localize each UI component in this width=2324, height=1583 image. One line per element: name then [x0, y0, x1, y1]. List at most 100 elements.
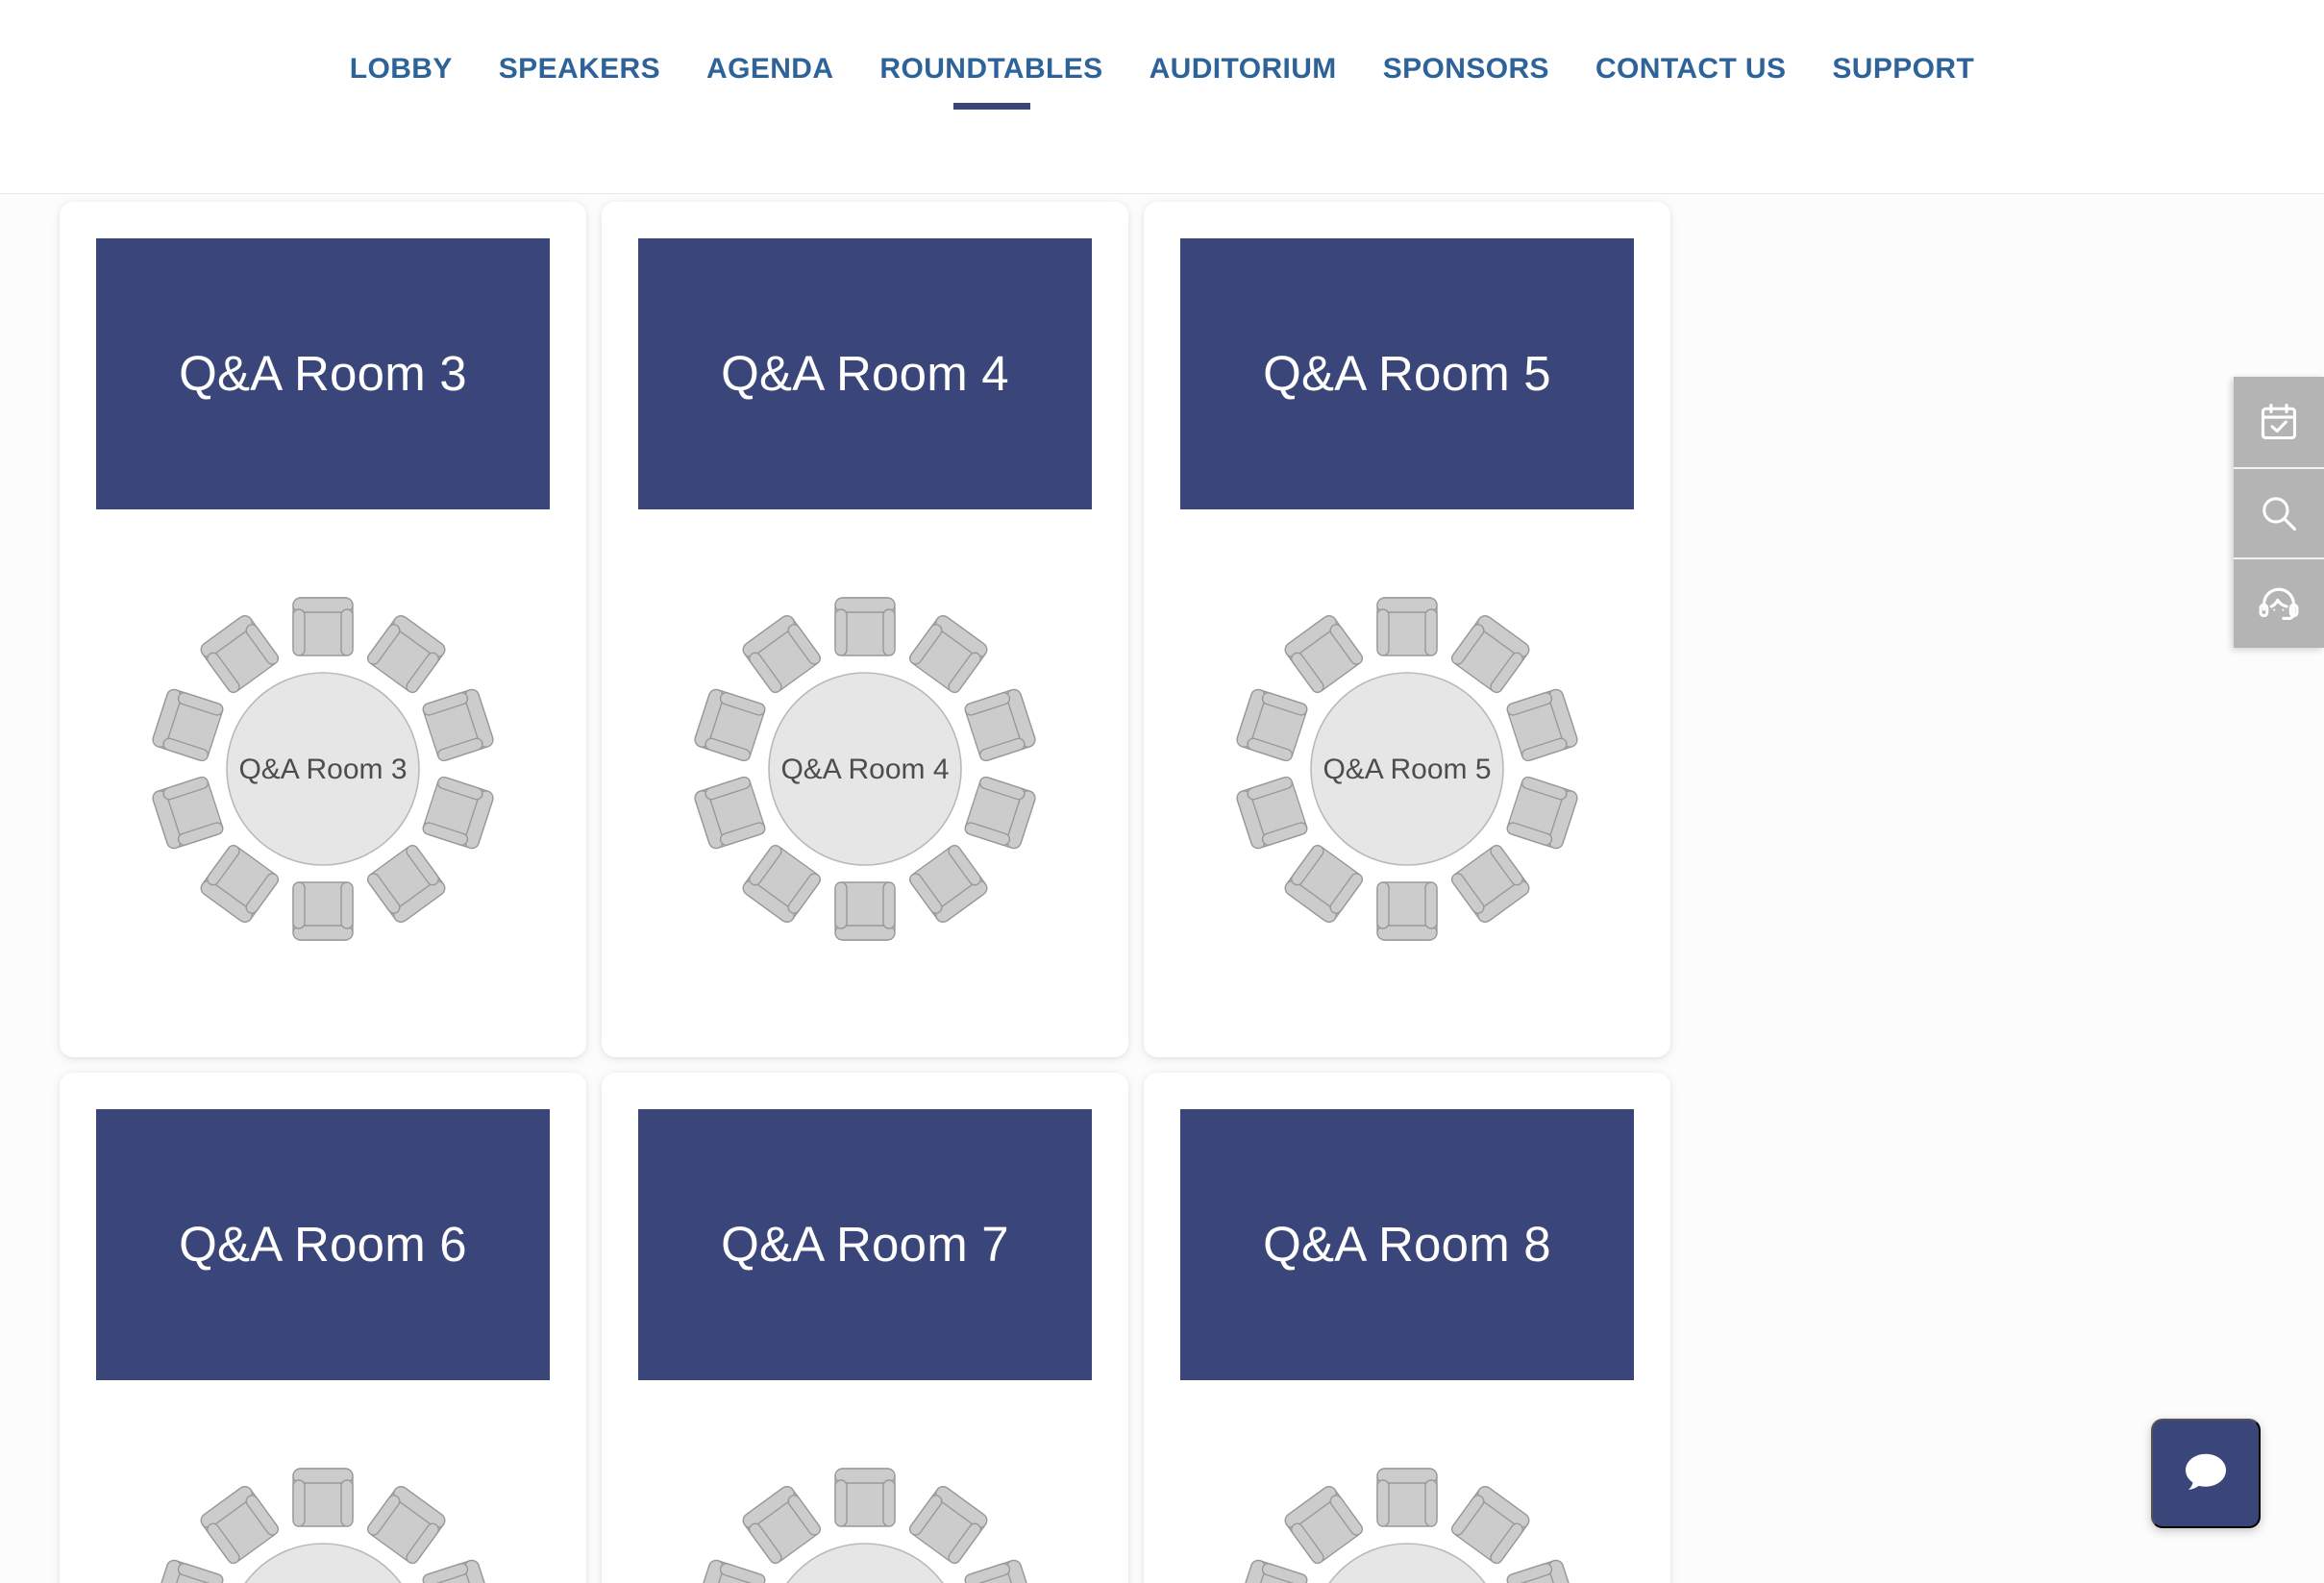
- chair-icon: [1506, 1559, 1578, 1583]
- nav-item-roundtables[interactable]: ROUNDTABLES: [856, 50, 1125, 110]
- chair-icon: [1284, 615, 1364, 694]
- chair-icon: [200, 615, 280, 694]
- nav-links: LOBBY SPEAKERS AGENDA ROUNDTABLES AUDITORIUM…: [0, 50, 2324, 110]
- room-card-grid: Q&A Room 3 Q&A Room 3 Q&A Room 4 Q&A Room 4…: [60, 202, 1847, 1583]
- room-banner-title: Q&A Room 4: [721, 345, 1009, 401]
- chair-icon: [1284, 844, 1364, 923]
- roundtable-svg: Q&A Room 8: [1236, 1468, 1578, 1583]
- nav-item-speakers[interactable]: SPEAKERS: [476, 50, 683, 88]
- room-card[interactable]: Q&A Room 4 Q&A Room 4: [602, 202, 1128, 1057]
- table-label: Q&A Room 3: [238, 754, 407, 785]
- chair-icon: [694, 688, 766, 762]
- calendar-check-icon: [2258, 401, 2300, 443]
- table-surface: [1328, 1543, 1486, 1583]
- chair-icon: [292, 881, 354, 941]
- roundtable-diagram[interactable]: Q&A Room 7: [602, 1399, 1128, 1583]
- chair-icon: [964, 1559, 1036, 1583]
- chair-icon: [694, 776, 766, 850]
- room-card[interactable]: Q&A Room 5 Q&A Room 5: [1144, 202, 1670, 1057]
- nav-item-label: SUPPORT: [1832, 53, 1975, 85]
- chair-icon: [366, 615, 446, 694]
- room-banner: Q&A Room 6: [96, 1109, 550, 1380]
- nav-item-label: AGENDA: [706, 53, 834, 85]
- nav-item-label: CONTACT US: [1595, 53, 1787, 85]
- chair-icon: [742, 1486, 822, 1565]
- room-card[interactable]: Q&A Room 8 Q&A Room 8: [1144, 1073, 1670, 1583]
- chair-icon: [422, 688, 494, 762]
- nav-item-sponsors[interactable]: SPONSORS: [1360, 50, 1572, 88]
- chair-icon: [366, 1486, 446, 1565]
- chair-icon: [1284, 1486, 1364, 1565]
- roundtable-svg: Q&A Room 3: [152, 597, 494, 941]
- room-banner-title: Q&A Room 8: [1263, 1216, 1551, 1272]
- chair-icon: [834, 881, 896, 941]
- chair-icon: [422, 1559, 494, 1583]
- room-banner: Q&A Room 7: [638, 1109, 1092, 1380]
- chair-icon: [292, 1468, 354, 1527]
- chair-icon: [152, 1559, 224, 1583]
- chair-icon: [1236, 688, 1308, 762]
- chair-icon: [1236, 776, 1308, 850]
- search-tool[interactable]: [2234, 467, 2324, 557]
- roundtable-diagram[interactable]: Q&A Room 5: [1144, 529, 1670, 1009]
- chair-icon: [834, 1468, 896, 1527]
- room-banner: Q&A Room 3: [96, 238, 550, 509]
- roundtable-diagram[interactable]: Q&A Room 4: [602, 529, 1128, 1009]
- roundtable-svg: Q&A Room 6: [152, 1468, 494, 1583]
- main-navigation: LOBBY SPEAKERS AGENDA ROUNDTABLES AUDITORIUM…: [0, 0, 2324, 194]
- chair-icon: [422, 776, 494, 850]
- nav-item-label: AUDITORIUM: [1149, 53, 1337, 85]
- roundtable-diagram[interactable]: Q&A Room 6: [60, 1399, 586, 1583]
- chair-icon: [200, 1486, 280, 1565]
- roundtable-svg: Q&A Room 4: [694, 597, 1036, 941]
- chair-icon: [908, 844, 988, 923]
- chair-icon: [742, 844, 822, 923]
- table-surface: [786, 1543, 944, 1583]
- chair-icon: [366, 844, 446, 923]
- side-toolbar: [2234, 377, 2324, 648]
- roundtable-svg: Q&A Room 5: [1236, 597, 1578, 941]
- chair-icon: [1376, 1468, 1438, 1527]
- chair-icon: [908, 615, 988, 694]
- search-icon: [2258, 492, 2300, 534]
- nav-item-auditorium[interactable]: AUDITORIUM: [1126, 50, 1360, 88]
- room-card[interactable]: Q&A Room 7 Q&A Room 7: [602, 1073, 1128, 1583]
- table-label: Q&A Room 5: [1323, 754, 1491, 785]
- nav-item-label: SPEAKERS: [498, 53, 661, 85]
- roundtable-diagram[interactable]: Q&A Room 8: [1144, 1399, 1670, 1583]
- agenda-tool[interactable]: [2234, 377, 2324, 467]
- chair-icon: [908, 1486, 988, 1565]
- nav-item-lobby[interactable]: LOBBY: [327, 50, 476, 88]
- chat-launcher[interactable]: [2151, 1419, 2261, 1528]
- nav-item-support[interactable]: SUPPORT: [1809, 50, 1997, 88]
- chair-icon: [1450, 1486, 1530, 1565]
- chair-icon: [1376, 881, 1438, 941]
- chair-icon: [742, 615, 822, 694]
- chat-bubble-icon: [2179, 1447, 2233, 1500]
- chair-icon: [1450, 615, 1530, 694]
- chair-icon: [200, 844, 280, 923]
- room-card[interactable]: Q&A Room 6 Q&A Room 6: [60, 1073, 586, 1583]
- support-tool[interactable]: [2234, 557, 2324, 648]
- room-banner-title: Q&A Room 6: [179, 1216, 467, 1272]
- room-banner-title: Q&A Room 3: [179, 345, 467, 401]
- nav-item-contact-us[interactable]: CONTACT US: [1572, 50, 1809, 88]
- nav-item-agenda[interactable]: AGENDA: [683, 50, 856, 88]
- nav-item-label: ROUNDTABLES: [879, 53, 1103, 85]
- nav-active-underline: [952, 103, 1030, 110]
- roundtable-diagram[interactable]: Q&A Room 3: [60, 529, 586, 1009]
- chair-icon: [1450, 844, 1530, 923]
- chair-icon: [834, 597, 896, 656]
- chair-icon: [1506, 776, 1578, 850]
- chair-icon: [1506, 688, 1578, 762]
- room-banner: Q&A Room 5: [1180, 238, 1634, 509]
- room-banner-title: Q&A Room 5: [1263, 345, 1551, 401]
- table-label: Q&A Room 4: [780, 754, 949, 785]
- chair-icon: [694, 1559, 766, 1583]
- table-surface: [244, 1543, 402, 1583]
- nav-item-label: SPONSORS: [1382, 53, 1549, 85]
- room-card[interactable]: Q&A Room 3 Q&A Room 3: [60, 202, 586, 1057]
- chair-icon: [152, 688, 224, 762]
- chair-icon: [1236, 1559, 1308, 1583]
- roundtables-page: Q&A Room 3 Q&A Room 3 Q&A Room 4 Q&A Room 4…: [0, 194, 2324, 1583]
